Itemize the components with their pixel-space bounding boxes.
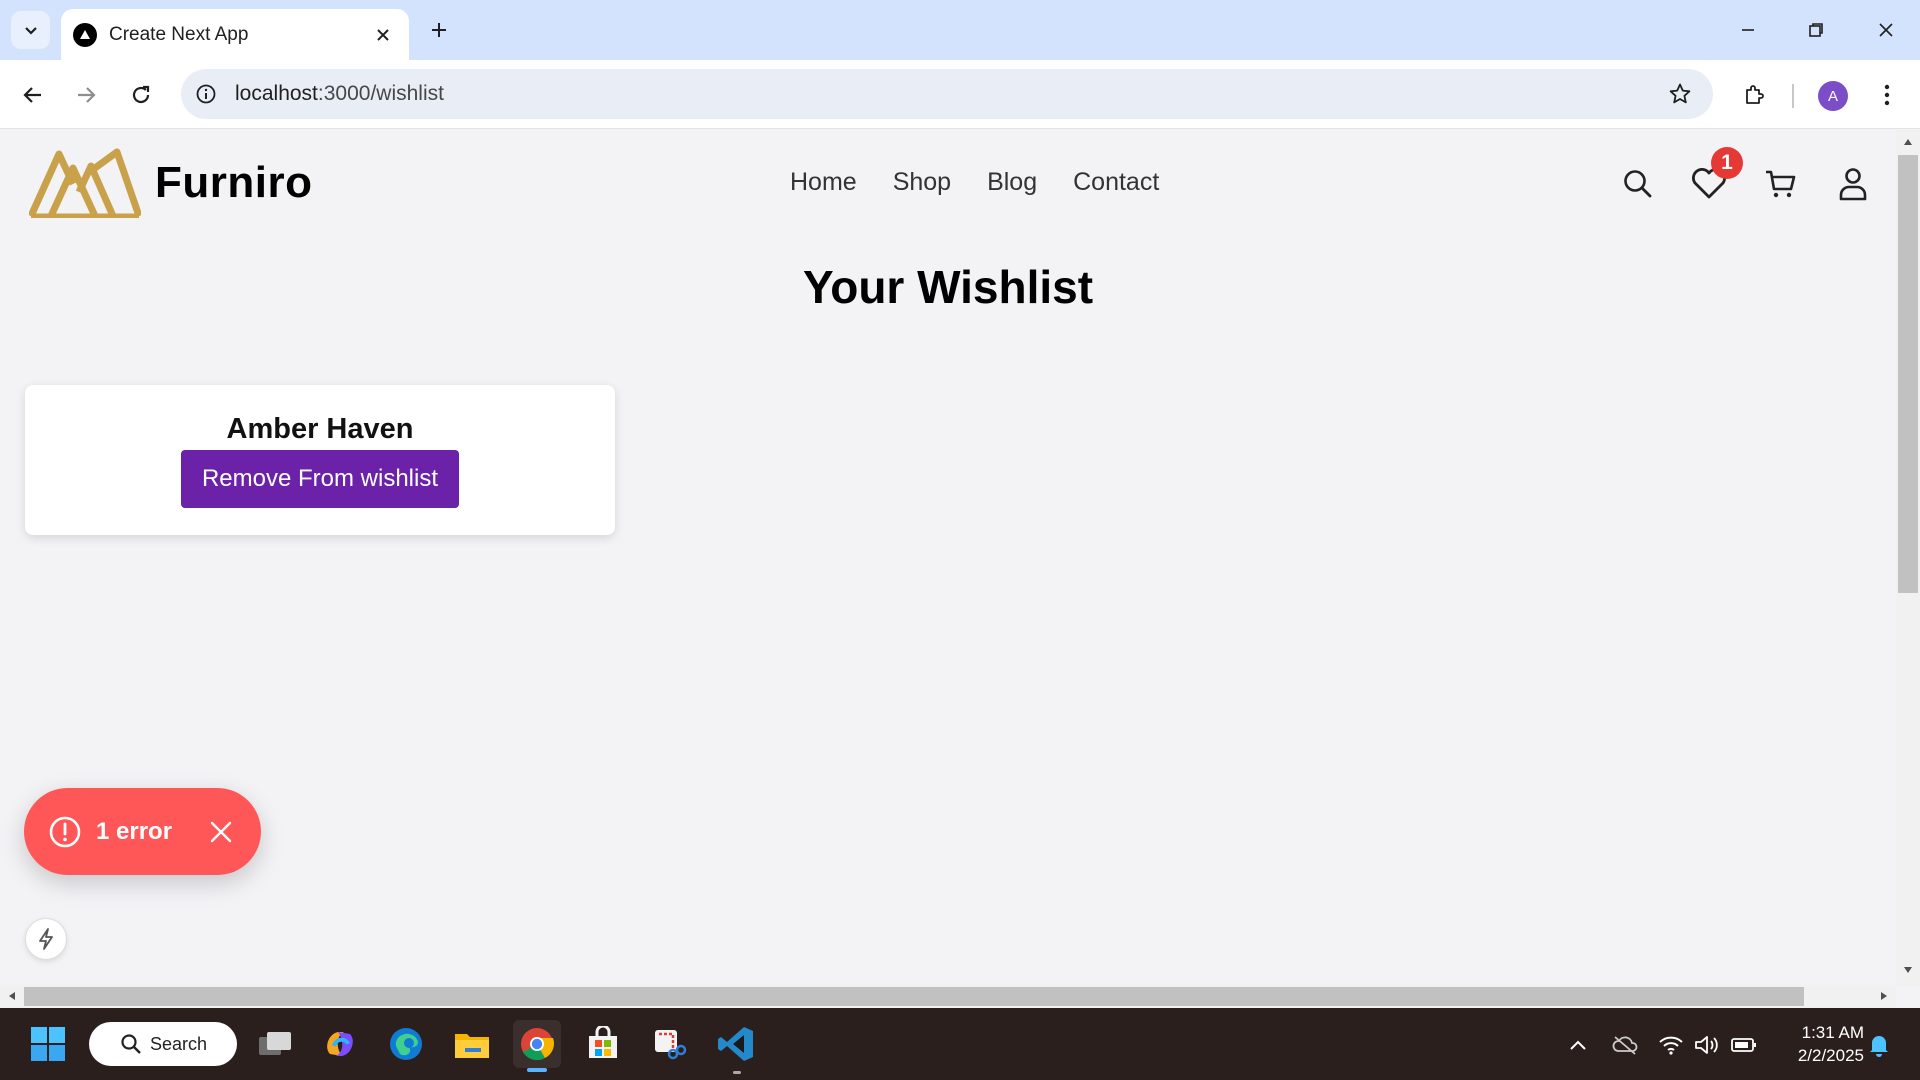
url-text: localhost:3000/wishlist <box>235 82 444 105</box>
notification-bell-icon[interactable] <box>1866 1032 1892 1058</box>
battery-icon[interactable] <box>1731 1032 1757 1058</box>
close-tab-icon[interactable] <box>369 21 397 49</box>
tab-search-button[interactable] <box>11 11 50 49</box>
nav-home[interactable]: Home <box>790 168 857 197</box>
puzzle-icon <box>1746 85 1764 104</box>
wifi-icon[interactable] <box>1658 1032 1684 1058</box>
furniro-logo-icon <box>29 148 141 218</box>
brand-name: Furniro <box>155 158 313 207</box>
volume-icon[interactable] <box>1694 1032 1720 1058</box>
site-header: Furniro Home Shop Blog Contact 1 <box>0 130 1896 240</box>
alert-circle-icon <box>48 815 82 849</box>
browser-tab-strip: Create Next App <box>0 0 1920 60</box>
microsoft-store-icon[interactable] <box>579 1020 627 1068</box>
back-button[interactable] <box>14 76 52 114</box>
close-icon <box>1879 23 1893 37</box>
new-tab-button[interactable] <box>423 14 455 46</box>
search-icon <box>121 1034 141 1054</box>
chrome-icon[interactable] <box>513 1020 561 1068</box>
nav-blog[interactable]: Blog <box>987 168 1037 197</box>
restore-button[interactable] <box>1792 10 1840 50</box>
profile-avatar[interactable]: A <box>1818 81 1848 111</box>
scroll-right-arrow-icon[interactable] <box>1876 988 1892 1004</box>
site-info-icon[interactable] <box>191 79 221 109</box>
onedrive-offline-icon[interactable] <box>1612 1032 1638 1058</box>
reload-icon <box>132 85 150 104</box>
tab-title: Create Next App <box>109 23 249 45</box>
page-title: Your Wishlist <box>802 261 1094 313</box>
scroll-left-arrow-icon[interactable] <box>4 988 20 1004</box>
vscode-running-indicator <box>733 1071 741 1074</box>
chrome-active-indicator <box>527 1068 547 1072</box>
taskbar-search-label: Search <box>150 1033 208 1054</box>
vscode-icon[interactable] <box>712 1020 760 1068</box>
extensions-button[interactable] <box>1735 76 1773 114</box>
copilot-icon[interactable] <box>316 1020 364 1068</box>
screen: Create Next App localhost:3000/wishlist … <box>0 0 1920 1080</box>
error-count-label: 1 error <box>96 817 173 845</box>
windows-taskbar: Search 1:31 AM 2/2/2025 <box>0 1008 1920 1080</box>
nav-shop[interactable]: Shop <box>893 168 951 197</box>
plus-icon <box>432 23 446 37</box>
main-nav: Home Shop Blog Contact <box>790 168 1159 197</box>
clock-date: 2/2/2025 <box>1797 1046 1864 1065</box>
reload-button[interactable] <box>122 76 160 114</box>
nextjs-error-toast[interactable]: 1 error <box>24 788 261 875</box>
browser-menu-button[interactable] <box>1868 76 1906 114</box>
taskbar-clock[interactable]: 1:31 AM 2/2/2025 <box>1770 1021 1864 1067</box>
user-account-icon[interactable] <box>1833 164 1873 204</box>
chevron-down-icon <box>24 27 37 35</box>
bookmark-star-icon[interactable] <box>1661 75 1699 113</box>
horizontal-scrollbar-thumb[interactable] <box>24 987 1804 1006</box>
restore-icon <box>1809 23 1823 37</box>
file-explorer-icon[interactable] <box>448 1020 496 1068</box>
wishlist-item-card: Amber Haven Remove From wishlist <box>25 385 615 535</box>
minimize-button[interactable] <box>1724 10 1772 50</box>
brand[interactable]: Furniro <box>29 148 312 218</box>
wishlist-item-name: Amber Haven <box>226 413 414 445</box>
nextjs-favicon-icon <box>73 22 97 47</box>
scroll-up-arrow-icon[interactable] <box>1900 134 1916 150</box>
clock-time: 1:31 AM <box>1801 1023 1864 1042</box>
forward-button[interactable] <box>67 76 105 114</box>
search-icon[interactable] <box>1618 164 1658 204</box>
wishlist-count-badge: 1 <box>1711 147 1743 179</box>
arrow-right-icon <box>78 87 96 103</box>
minimize-icon <box>1742 29 1754 31</box>
browser-tab[interactable]: Create Next App <box>61 9 409 60</box>
close-icon[interactable] <box>206 817 236 847</box>
close-window-button[interactable] <box>1862 10 1910 50</box>
scroll-down-arrow-icon[interactable] <box>1900 962 1916 978</box>
vertical-scrollbar-thumb[interactable] <box>1898 155 1918 593</box>
snipping-tool-icon[interactable] <box>645 1020 693 1068</box>
nav-contact[interactable]: Contact <box>1073 168 1159 197</box>
kebab-menu-icon <box>1884 84 1890 106</box>
lightning-bolt-icon <box>39 928 53 950</box>
toolbar-divider <box>1792 84 1794 108</box>
cart-icon[interactable] <box>1761 164 1801 204</box>
remove-from-wishlist-button[interactable]: Remove From wishlist <box>181 450 459 508</box>
task-view-icon[interactable] <box>251 1020 299 1068</box>
taskbar-search[interactable]: Search <box>89 1022 237 1066</box>
chevron-up-icon[interactable] <box>1565 1032 1591 1058</box>
windows-start-icon[interactable] <box>24 1020 72 1068</box>
browser-toolbar: localhost:3000/wishlist A <box>0 60 1920 129</box>
page-viewport: Furniro Home Shop Blog Contact 1 Your Wi… <box>0 130 1896 987</box>
nextjs-dev-indicator[interactable] <box>25 918 67 960</box>
edge-browser-icon[interactable] <box>382 1020 430 1068</box>
address-bar[interactable]: localhost:3000/wishlist <box>181 69 1713 119</box>
arrow-left-icon <box>23 87 41 103</box>
